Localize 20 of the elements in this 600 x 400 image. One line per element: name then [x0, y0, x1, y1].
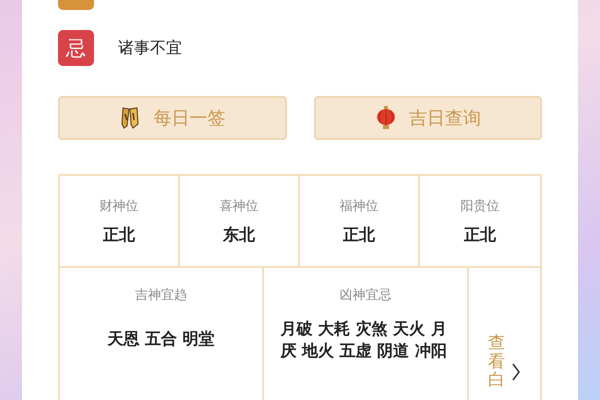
direction-label: 喜神位	[220, 198, 258, 214]
deity-label: 吉神宜趋	[135, 287, 187, 304]
direction-value: 正北	[343, 224, 375, 246]
direction-label: 财神位	[100, 198, 138, 214]
avoid-badge: 忌	[58, 30, 94, 66]
direction-value: 正北	[464, 224, 496, 246]
direction-value: 正北	[103, 224, 135, 246]
avoid-text: 诸事不宜	[118, 38, 182, 58]
direction-value: 东北	[223, 224, 255, 246]
deity-list: 天恩 五合 明堂	[76, 328, 246, 350]
nav-button[interactable]: 每日一签	[58, 96, 286, 140]
chevron-right-icon[interactable]	[512, 364, 520, 380]
more-link[interactable]: 查看白	[488, 334, 505, 390]
nav-button[interactable]: 吉日查询	[314, 96, 542, 140]
direction-label: 福神位	[340, 198, 378, 214]
direction-label: 阳贵位	[460, 198, 500, 214]
deity-list: 月破 大耗 灾煞 天火 月厌 地火 五虚 阴道 冲阳	[280, 318, 450, 363]
deity-label: 凶神宜忌	[340, 287, 392, 304]
sticks-icon	[122, 107, 139, 129]
lantern-icon	[376, 106, 395, 129]
